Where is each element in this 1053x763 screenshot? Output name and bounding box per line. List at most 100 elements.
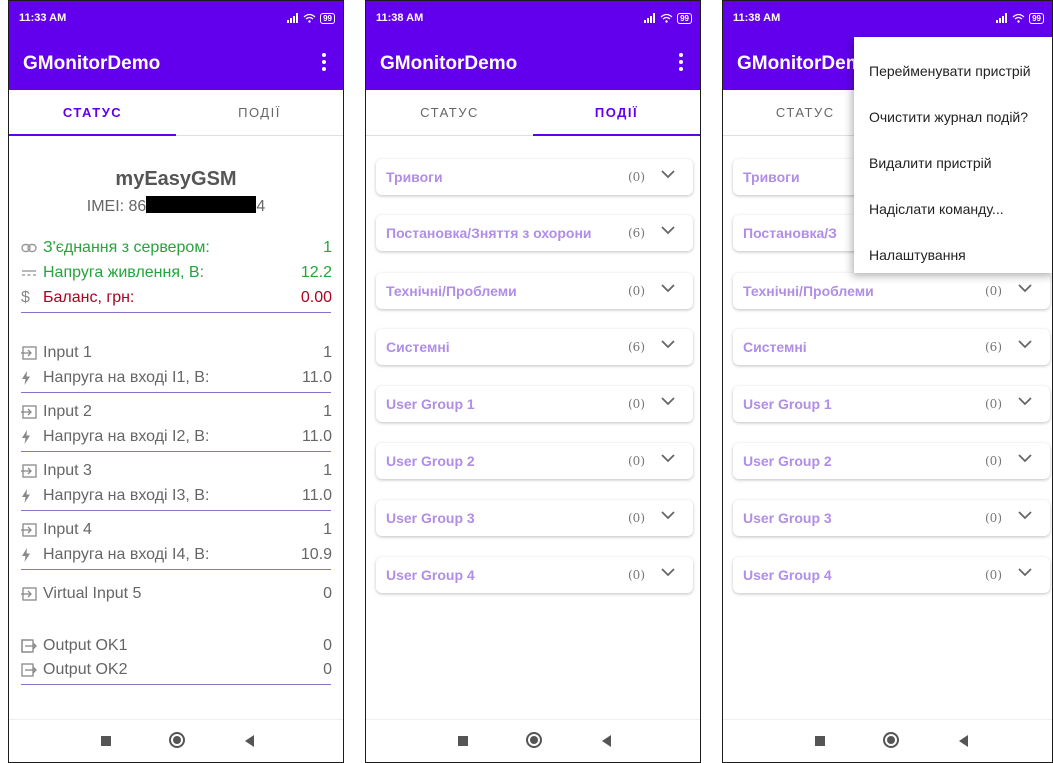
- input-voltage-value: 11.0: [302, 428, 332, 445]
- event-group-count: (0): [628, 397, 645, 411]
- clock: 11:38 AM: [376, 12, 424, 24]
- chevron-down-icon: [1018, 340, 1032, 349]
- kebab-menu-icon[interactable]: [676, 51, 686, 73]
- input-name: Input 4: [43, 521, 92, 538]
- back-icon[interactable]: [959, 735, 968, 747]
- power-voltage-label: Напруга живлення, В:: [43, 264, 205, 281]
- event-group[interactable]: User Group 3 (0): [376, 500, 693, 536]
- input-icon: [21, 346, 43, 360]
- event-group-count: (0): [628, 170, 645, 184]
- nav-bar: [366, 719, 700, 762]
- wifi-icon: [660, 13, 673, 23]
- event-group[interactable]: User Group 4 (0): [733, 557, 1050, 593]
- event-group[interactable]: User Group 2 (0): [376, 443, 693, 479]
- output-name: Output OK2: [43, 661, 128, 678]
- balance-label: Баланс, грн:: [43, 289, 135, 306]
- output-row: Output OK2 0: [21, 659, 332, 681]
- event-group-name: User Group 4: [743, 567, 832, 583]
- input-icon: [21, 405, 43, 419]
- event-group-name: Технічні/Проблеми: [743, 283, 874, 299]
- event-group-name: User Group 1: [743, 396, 832, 412]
- chevron-down-icon: [661, 454, 675, 463]
- input-voltage-value: 11.0: [302, 369, 332, 386]
- event-group-name: User Group 1: [386, 396, 475, 412]
- divider: [21, 510, 331, 511]
- app-title: GMonitorDemo: [380, 53, 518, 74]
- input-voltage-value: 10.9: [300, 546, 332, 563]
- dollar-icon: $: [21, 289, 30, 306]
- recents-icon[interactable]: [815, 736, 825, 746]
- status-icons: 99: [287, 11, 335, 25]
- output-row: Output OK1 0: [21, 635, 332, 657]
- event-group[interactable]: User Group 1 (0): [376, 386, 693, 422]
- app-bar: GMonitorDemo: [9, 37, 343, 90]
- menu-item-send-command[interactable]: Надіслати команду...: [854, 186, 1052, 232]
- event-group-count: (6): [628, 340, 645, 354]
- kebab-menu-icon[interactable]: [319, 51, 329, 73]
- back-icon[interactable]: [245, 735, 254, 747]
- event-group[interactable]: Постановка/Зняття з охорони (6): [376, 215, 693, 251]
- tab-events[interactable]: ПОДІЇ: [176, 90, 343, 135]
- tab-events[interactable]: ПОДІЇ: [533, 90, 700, 136]
- menu-item-settings[interactable]: Налаштування: [854, 232, 1052, 278]
- back-icon[interactable]: [602, 735, 611, 747]
- events-screen: 11:38 AM 99 GMonitorDemo СТАТУС ПОДІЇ Тр…: [365, 0, 701, 763]
- input-name: Input 2: [43, 403, 92, 420]
- event-group[interactable]: User Group 1 (0): [733, 386, 1050, 422]
- event-group-count: (0): [985, 511, 1002, 525]
- dc-power-icon: [21, 268, 43, 278]
- event-group[interactable]: User Group 3 (0): [733, 500, 1050, 536]
- event-group-name: Постановка/З: [743, 225, 837, 241]
- tab-status[interactable]: СТАТУС: [9, 90, 176, 136]
- app-bar: GMonitorDemo: [366, 37, 700, 90]
- home-icon[interactable]: [169, 732, 185, 748]
- input-row: Input 3 1: [21, 460, 332, 482]
- input-icon: [21, 587, 43, 601]
- status-screen: 11:33 AM 99 GMonitorDemo СТАТУС ПОДІЇ my…: [8, 0, 344, 763]
- event-group-count: (0): [628, 284, 645, 298]
- menu-item-delete-device[interactable]: Видалити пристрій: [854, 140, 1052, 186]
- recents-icon[interactable]: [101, 736, 111, 746]
- event-group[interactable]: Технічні/Проблеми (0): [733, 273, 1050, 309]
- menu-item-rename-device[interactable]: Перейменувати пристрій: [854, 48, 1052, 94]
- divider: [21, 569, 331, 570]
- server-connection-value: 1: [323, 239, 332, 256]
- chevron-down-icon: [661, 226, 675, 235]
- status-bar: 11:38 AM 99: [366, 1, 700, 37]
- signal-icon: [287, 13, 299, 23]
- input-row: Input 1 1: [21, 342, 332, 364]
- event-group[interactable]: Системні (6): [733, 329, 1050, 365]
- chevron-down-icon: [661, 340, 675, 349]
- server-connection-label: З'єднання з сервером:: [43, 239, 210, 256]
- virtual-input-row: Virtual Input 5 0: [21, 583, 332, 605]
- home-icon[interactable]: [883, 732, 899, 748]
- nav-bar: [9, 719, 343, 762]
- imei-prefix: IMEI: 86: [86, 198, 147, 215]
- event-group[interactable]: Системні (6): [376, 329, 693, 365]
- input-voltage-label: Напруга на вході І2, В:: [43, 428, 210, 445]
- status-icons: 99: [644, 11, 692, 25]
- input-voltage-row: Напруга на вході І3, В: 11.0: [21, 485, 332, 507]
- chevron-down-icon: [1018, 397, 1032, 406]
- recents-icon[interactable]: [458, 736, 468, 746]
- output-state: 0: [323, 661, 332, 678]
- input-voltage-row: Напруга на вході І4, В: 10.9: [21, 544, 332, 566]
- event-group[interactable]: Тривоги (0): [376, 159, 693, 195]
- menu-item-clear-event-log[interactable]: Очистити журнал подій?: [854, 94, 1052, 140]
- event-group-name: Тривоги: [743, 169, 800, 185]
- output-icon: [21, 663, 43, 677]
- input-voltage-label: Напруга на вході І4, В:: [43, 546, 210, 563]
- event-group-count: (0): [985, 568, 1002, 582]
- event-group[interactable]: User Group 2 (0): [733, 443, 1050, 479]
- input-voltage-value: 11.0: [302, 487, 332, 504]
- tab-bar: СТАТУС ПОДІЇ: [9, 90, 343, 136]
- divider: [21, 451, 331, 452]
- tab-status[interactable]: СТАТУС: [366, 90, 533, 135]
- event-group[interactable]: Технічні/Проблеми (0): [376, 273, 693, 309]
- home-icon[interactable]: [526, 732, 542, 748]
- status-icons: 99: [996, 11, 1044, 25]
- input-icon: [21, 523, 43, 537]
- event-group[interactable]: User Group 4 (0): [376, 557, 693, 593]
- event-group-name: User Group 3: [743, 510, 832, 526]
- chevron-down-icon: [661, 397, 675, 406]
